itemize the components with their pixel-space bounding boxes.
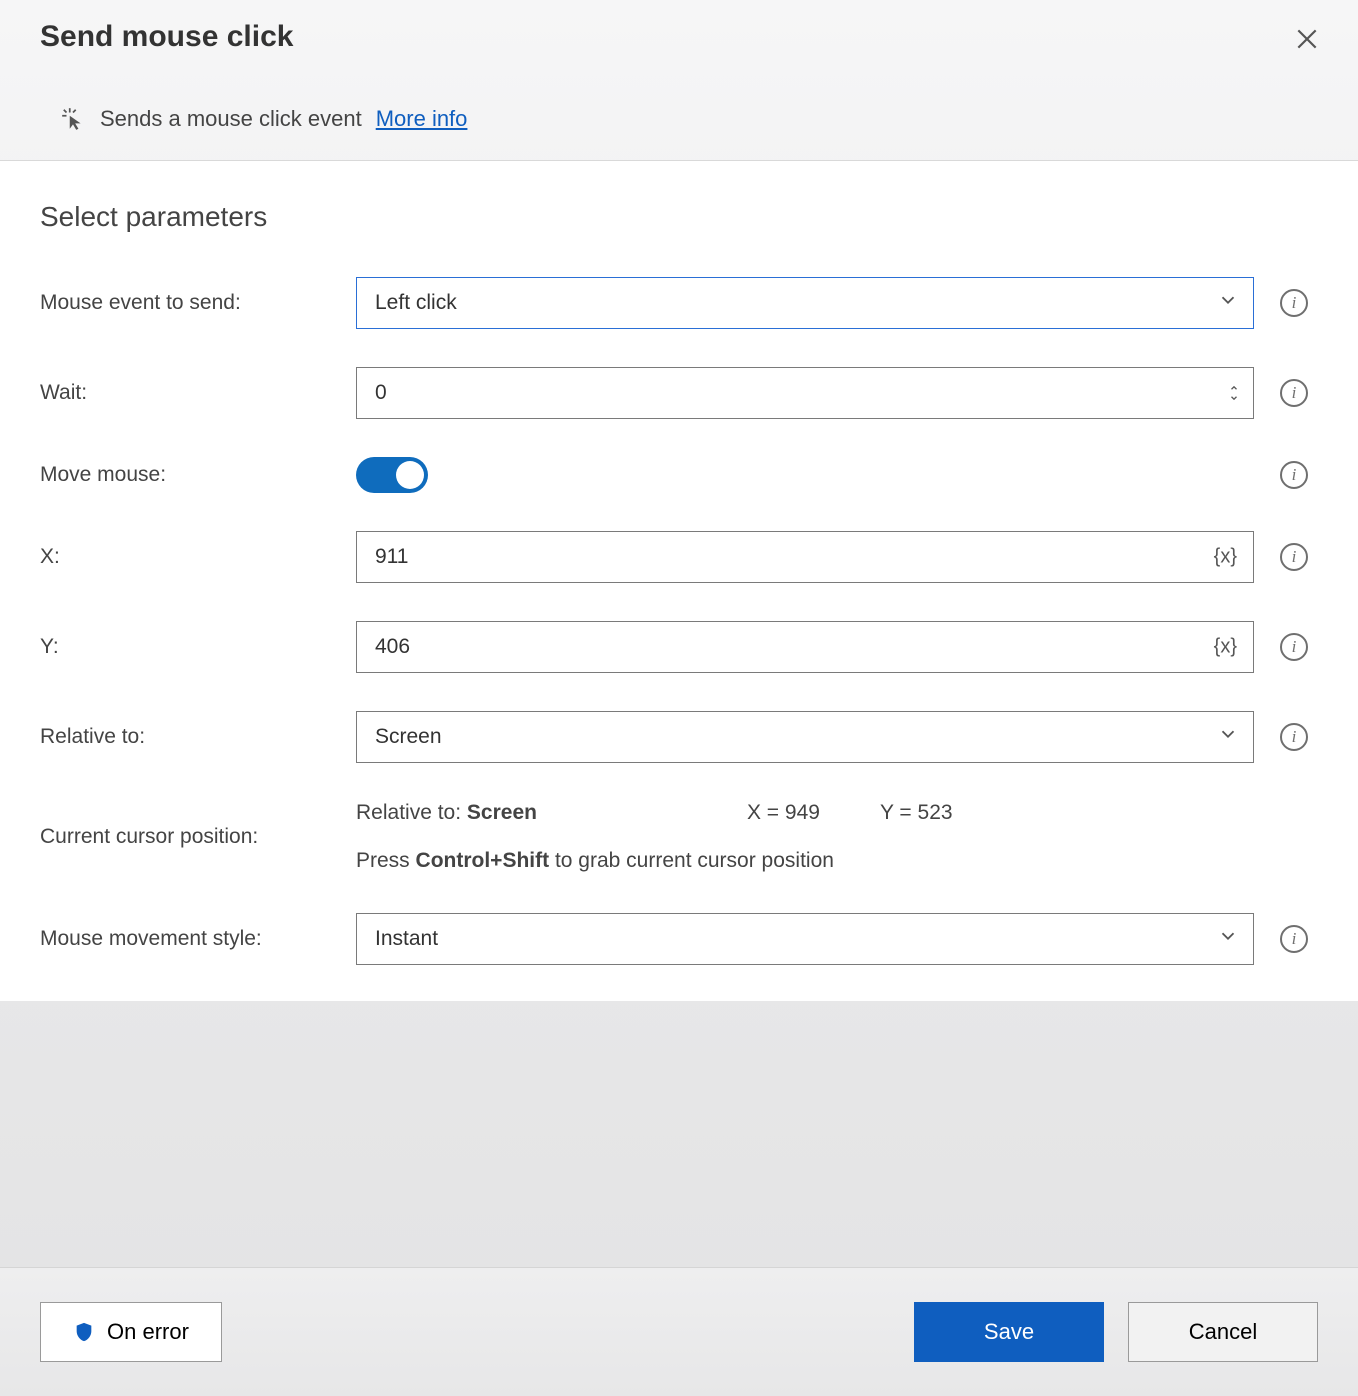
select-relative-to-value: Screen xyxy=(375,725,442,749)
variable-picker-y[interactable]: {x} xyxy=(1208,632,1243,663)
label-cursor-position: Current cursor position: xyxy=(40,825,340,849)
row-y: Y: 406 {x} i xyxy=(40,621,1318,673)
toggle-knob xyxy=(396,461,424,489)
cancel-button[interactable]: Cancel xyxy=(1128,1302,1318,1362)
dialog-footer: On error Save Cancel xyxy=(0,1267,1358,1396)
label-mouse-event: Mouse event to send: xyxy=(40,291,340,315)
cursor-y-label: Y = xyxy=(880,801,912,824)
close-icon xyxy=(1294,26,1320,52)
select-movement-style-value: Instant xyxy=(375,927,438,951)
select-mouse-event-value: Left click xyxy=(375,291,457,315)
cursor-y-value: 523 xyxy=(918,801,953,824)
spinner-wait[interactable] xyxy=(1227,383,1241,403)
dialog-subtitle-row: Sends a mouse click event More info xyxy=(0,62,1358,160)
dialog-subtitle: Sends a mouse click event xyxy=(100,106,362,132)
on-error-label: On error xyxy=(107,1319,189,1345)
cursor-position-block: Relative to: Screen X = 949 Y = 523 Pres… xyxy=(356,801,1318,873)
info-icon-movement-style[interactable]: i xyxy=(1280,925,1308,953)
input-x[interactable]: 911 {x} xyxy=(356,531,1254,583)
chevron-down-icon[interactable] xyxy=(1227,393,1241,403)
shield-icon xyxy=(73,1321,95,1343)
row-relative-to: Relative to: Screen i xyxy=(40,711,1318,763)
dialog-body: Select parameters Mouse event to send: L… xyxy=(0,161,1358,1001)
cursor-hint-prefix: Press xyxy=(356,849,410,872)
on-error-button[interactable]: On error xyxy=(40,1302,222,1362)
select-mouse-event[interactable]: Left click xyxy=(356,277,1254,329)
info-icon-wait[interactable]: i xyxy=(1280,379,1308,407)
row-wait: Wait: 0 i xyxy=(40,367,1318,419)
input-y-value: 406 xyxy=(375,635,410,659)
dialog-titlebar: Send mouse click xyxy=(0,0,1358,62)
input-x-value: 911 xyxy=(375,545,408,569)
cursor-relative-value: Screen xyxy=(467,801,537,824)
close-button[interactable] xyxy=(1286,20,1328,62)
info-icon-y[interactable]: i xyxy=(1280,633,1308,661)
row-cursor-position: Current cursor position: Relative to: Sc… xyxy=(40,801,1318,873)
row-movement-style: Mouse movement style: Instant i xyxy=(40,913,1318,965)
cursor-x-label: X = xyxy=(747,801,779,824)
save-label: Save xyxy=(984,1319,1034,1345)
variable-picker-x[interactable]: {x} xyxy=(1208,542,1243,573)
toggle-move-mouse[interactable] xyxy=(356,457,428,493)
info-icon-move-mouse[interactable]: i xyxy=(1280,461,1308,489)
label-x: X: xyxy=(40,545,340,569)
label-relative-to: Relative to: xyxy=(40,725,340,749)
chevron-down-icon xyxy=(1217,289,1239,317)
cancel-label: Cancel xyxy=(1189,1319,1257,1345)
row-x: X: 911 {x} i xyxy=(40,531,1318,583)
cursor-hint-keys: Control+Shift xyxy=(416,849,550,872)
more-info-link[interactable]: More info xyxy=(376,106,468,132)
cursor-hint-suffix: to grab current cursor position xyxy=(555,849,834,872)
chevron-down-icon xyxy=(1217,925,1239,953)
info-icon-x[interactable]: i xyxy=(1280,543,1308,571)
row-move-mouse: Move mouse: i xyxy=(40,457,1318,493)
label-wait: Wait: xyxy=(40,381,340,405)
input-wait[interactable]: 0 xyxy=(356,367,1254,419)
select-movement-style[interactable]: Instant xyxy=(356,913,1254,965)
label-movement-style: Mouse movement style: xyxy=(40,927,340,951)
section-heading: Select parameters xyxy=(40,201,1318,233)
cursor-x-value: 949 xyxy=(785,801,820,824)
input-wait-value: 0 xyxy=(375,381,387,405)
info-icon-mouse-event[interactable]: i xyxy=(1280,289,1308,317)
chevron-down-icon xyxy=(1217,723,1239,751)
save-button[interactable]: Save xyxy=(914,1302,1104,1362)
row-mouse-event: Mouse event to send: Left click i xyxy=(40,277,1318,329)
label-move-mouse: Move mouse: xyxy=(40,463,340,487)
select-relative-to[interactable]: Screen xyxy=(356,711,1254,763)
mouse-click-icon xyxy=(60,106,86,132)
cursor-relative-prefix: Relative to: xyxy=(356,801,461,824)
label-y: Y: xyxy=(40,635,340,659)
chevron-up-icon[interactable] xyxy=(1227,383,1241,393)
dialog-title: Send mouse click xyxy=(40,20,293,54)
input-y[interactable]: 406 {x} xyxy=(356,621,1254,673)
info-icon-relative-to[interactable]: i xyxy=(1280,723,1308,751)
